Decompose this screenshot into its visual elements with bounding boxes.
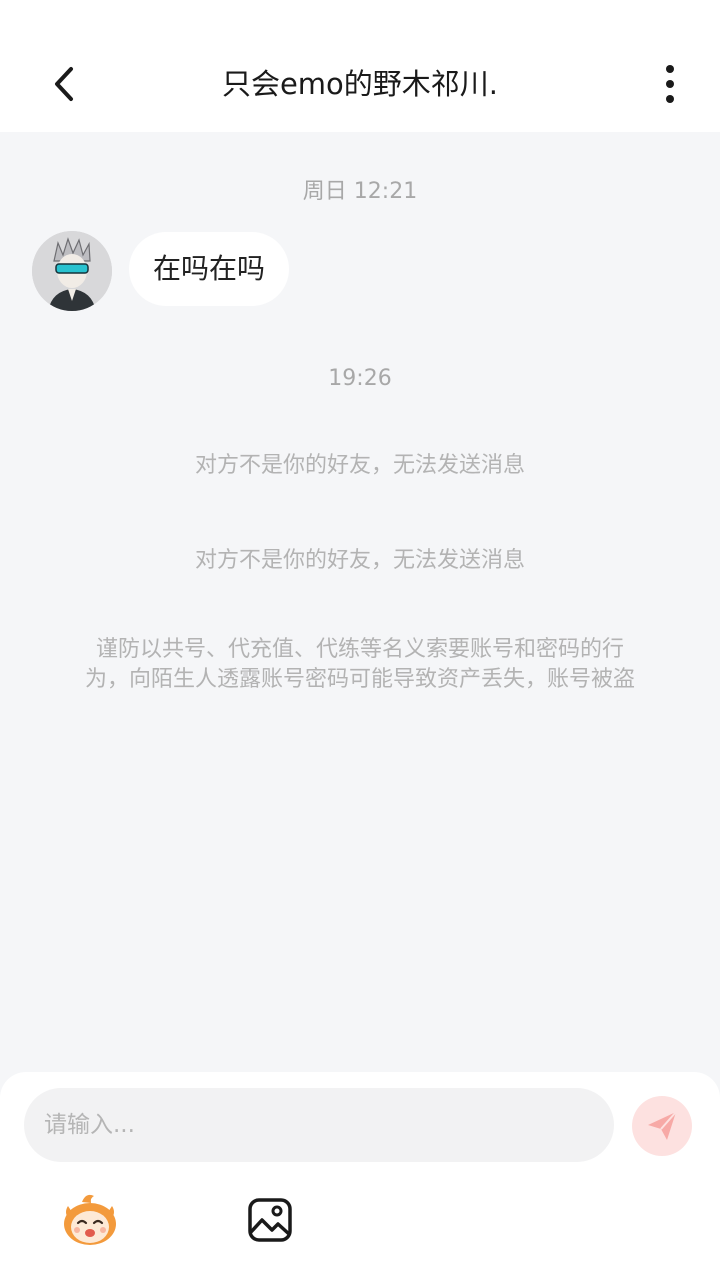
chevron-left-icon bbox=[55, 67, 73, 101]
paper-plane-icon bbox=[648, 1111, 677, 1140]
more-vertical-icon bbox=[666, 65, 674, 103]
chat-title: 只会emo的野木祁川. bbox=[221, 67, 499, 101]
image-icon bbox=[248, 1198, 292, 1242]
top-bar: 只会emo的野木祁川. bbox=[0, 0, 720, 132]
image-button[interactable] bbox=[246, 1196, 294, 1244]
message-timestamp: 周日 12:21 bbox=[302, 179, 418, 204]
mascot-emoji-icon bbox=[64, 1194, 116, 1245]
send-button[interactable] bbox=[632, 1096, 692, 1156]
avatar-image bbox=[32, 231, 112, 311]
chat-screen: 只会emo的野木祁川. 周日 12:21 在吗在吗 19:26 对方不是你的好友… bbox=[0, 0, 720, 1280]
security-warning-line: 为，向陌生人透露账号密码可能导致资产丢失，账号被盗 bbox=[84, 667, 635, 692]
back-button[interactable] bbox=[40, 62, 88, 106]
contact-avatar[interactable] bbox=[32, 231, 112, 311]
message-input[interactable] bbox=[24, 1088, 614, 1162]
incoming-message-bubble[interactable]: 在吗在吗 bbox=[129, 232, 290, 306]
system-notice: 对方不是你的好友，无法发送消息 bbox=[194, 548, 525, 573]
more-button[interactable] bbox=[646, 62, 694, 106]
composer-panel bbox=[0, 1072, 720, 1280]
system-notice: 对方不是你的好友，无法发送消息 bbox=[194, 453, 525, 478]
emoji-button[interactable] bbox=[60, 1192, 120, 1248]
security-warning: 谨防以共号、代充值、代练等名义索要账号和密码的行 为，向陌生人透露账号密码可能导… bbox=[50, 635, 670, 695]
message-timestamp: 19:26 bbox=[328, 366, 392, 391]
security-warning-line: 谨防以共号、代充值、代练等名义索要账号和密码的行 bbox=[95, 637, 624, 662]
